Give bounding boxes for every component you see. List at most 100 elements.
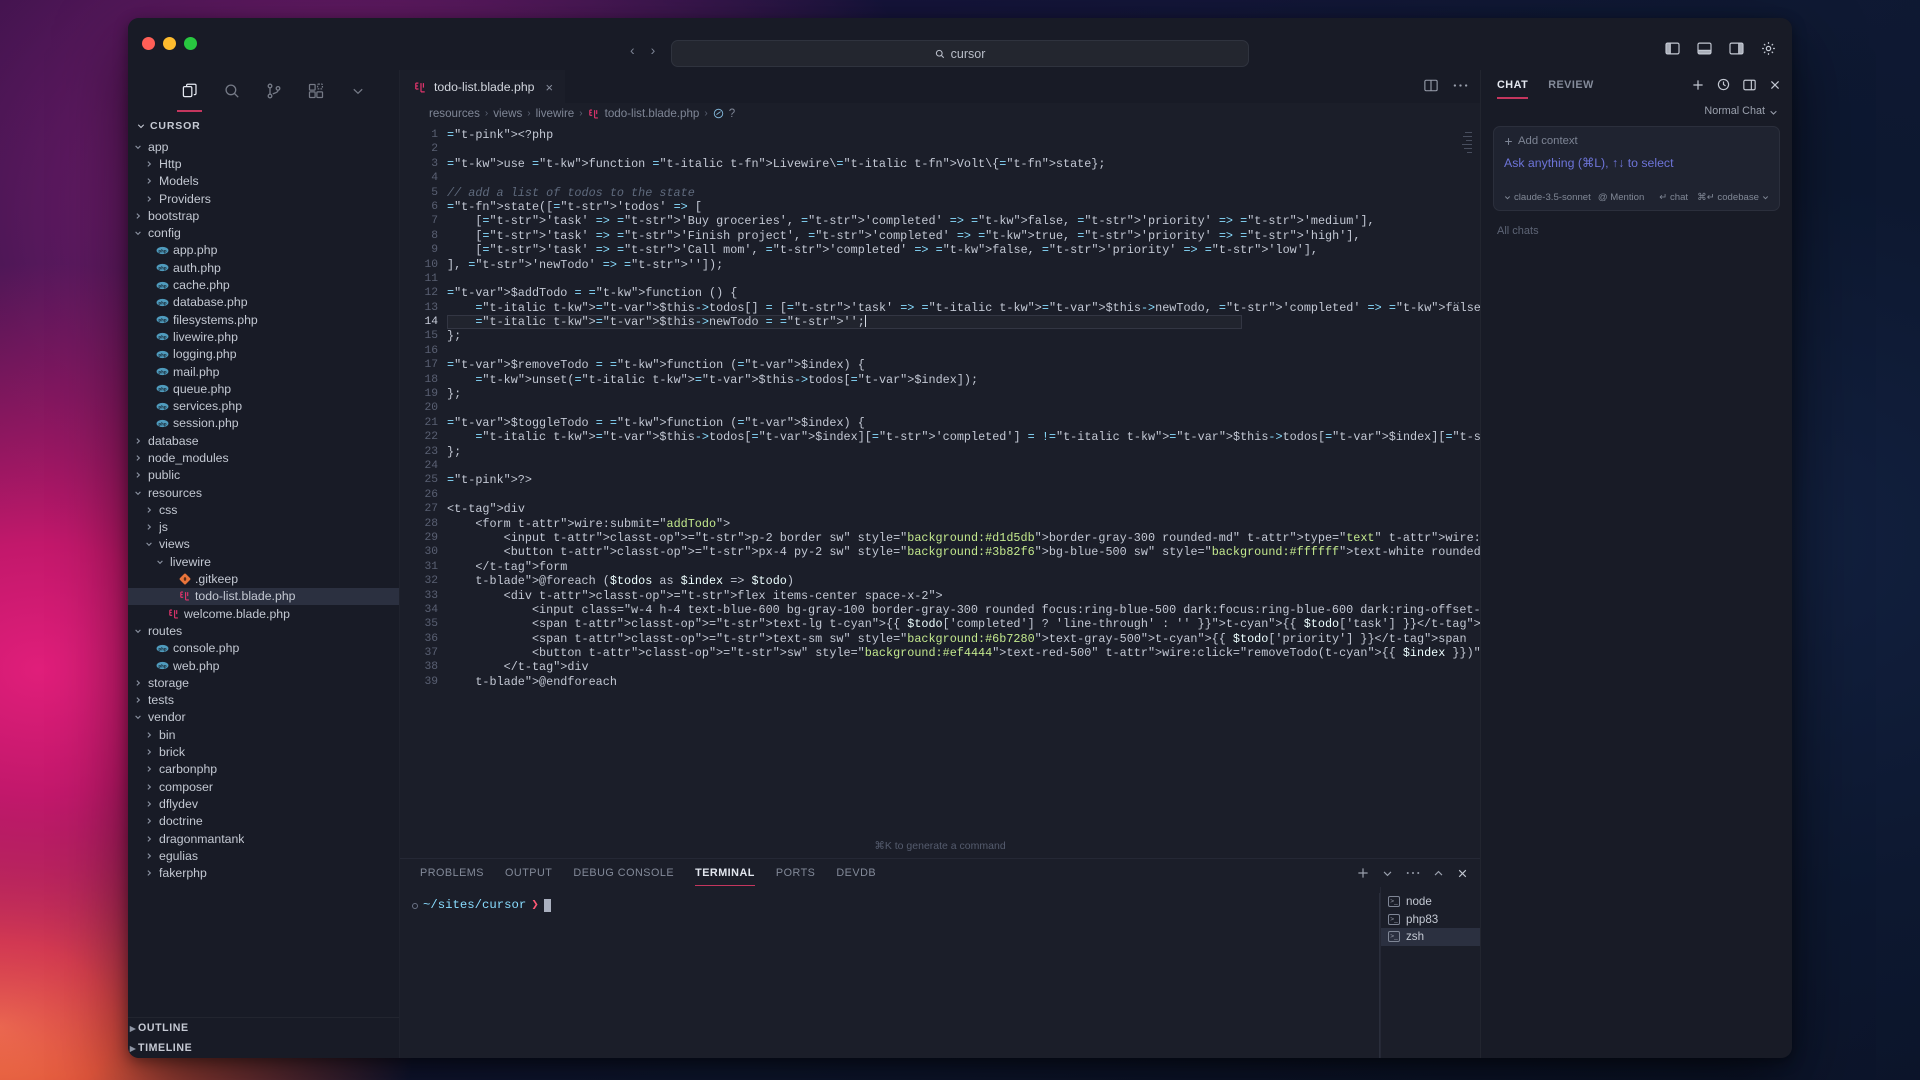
- search-icon[interactable]: [222, 82, 241, 101]
- terminal-list-item-node[interactable]: >_ node: [1381, 893, 1480, 911]
- minimize-window-button[interactable]: [163, 37, 176, 50]
- fold-indicator[interactable]: ⋯: [1449, 296, 1460, 309]
- tree-folder-dflydev[interactable]: dflydev: [128, 795, 399, 812]
- breadcrumb-segment[interactable]: todo-list.blade.php: [605, 107, 700, 120]
- tree-file-queue-php[interactable]: php queue.php: [128, 380, 399, 397]
- code-line[interactable]: ="t-pink"><?php: [447, 128, 1480, 142]
- all-chats-label[interactable]: All chats: [1481, 211, 1792, 237]
- tree-file-services-php[interactable]: php services.php: [128, 397, 399, 414]
- ellipsis-icon[interactable]: [1453, 83, 1468, 88]
- tree-file-mail-php[interactable]: php mail.php: [128, 363, 399, 380]
- maximize-window-button[interactable]: [184, 37, 197, 50]
- chat-input-box[interactable]: Add context Ask anything (⌘L), ↑↓ to sel…: [1493, 126, 1780, 211]
- code-line[interactable]: t-blade">@foreach ($todos as $index => $…: [447, 574, 1480, 588]
- code-line[interactable]: [="t-str">'task' => ="t-str">'Call mom',…: [447, 243, 1480, 257]
- panel-tab-devdb[interactable]: DEVDB: [836, 861, 876, 885]
- explorer-header[interactable]: CURSOR: [128, 112, 399, 138]
- tree-folder-models[interactable]: Models: [128, 173, 399, 190]
- tab-review[interactable]: REVIEW: [1548, 71, 1594, 99]
- tree-folder-routes[interactable]: routes: [128, 622, 399, 639]
- window-icon[interactable]: [1743, 79, 1756, 91]
- layout-sidebar-right-icon[interactable]: [1727, 40, 1746, 57]
- layout-panel-icon[interactable]: [1695, 40, 1714, 57]
- code-line[interactable]: t-blade">@endforeach: [447, 675, 1480, 689]
- navigation-arrows[interactable]: ‹ ›: [630, 42, 655, 58]
- chat-mode-selector[interactable]: Normal Chat: [1481, 99, 1792, 117]
- code-line[interactable]: };: [447, 445, 1480, 459]
- code-line[interactable]: // add a list of todos to the state: [447, 186, 1480, 200]
- code-line[interactable]: <span t-attr">classt-op">="t-str">text-l…: [447, 617, 1480, 631]
- panel-tab-bar[interactable]: PROBLEMS OUTPUT DEBUG CONSOLE TERMINAL PORTS…: [400, 859, 1480, 887]
- breadcrumb-segment[interactable]: resources: [429, 107, 480, 120]
- close-window-button[interactable]: [142, 37, 155, 50]
- panel-tab-problems[interactable]: PROBLEMS: [420, 861, 484, 885]
- tree-folder-tests[interactable]: tests: [128, 692, 399, 709]
- terminal-view[interactable]: ~/sites/cursor ❯: [400, 887, 1380, 1058]
- chevron-down-icon[interactable]: [348, 82, 367, 101]
- tree-folder-egulias[interactable]: egulias: [128, 847, 399, 864]
- tree-file-database-php[interactable]: php database.php: [128, 294, 399, 311]
- terminal-list[interactable]: >_ node >_ php83 >_ zsh: [1380, 887, 1480, 1058]
- editor-tab-todo-list[interactable]: todo-list.blade.php ×: [400, 70, 566, 103]
- tree-file-todo-list-blade-php[interactable]: todo-list.blade.php: [128, 587, 399, 606]
- breadcrumb-segment[interactable]: livewire: [536, 107, 575, 120]
- code-line[interactable]: [447, 459, 1480, 473]
- code-line[interactable]: ="t-var">$removeTodo = ="t-kw">function …: [447, 358, 1480, 372]
- breadcrumb-segment[interactable]: ?: [729, 107, 735, 120]
- code-line[interactable]: };: [447, 329, 1480, 343]
- gear-icon[interactable]: [1759, 40, 1778, 57]
- code-line[interactable]: [447, 401, 1480, 415]
- tree-file-livewire-php[interactable]: php livewire.php: [128, 328, 399, 345]
- tree-folder-dragonmantank[interactable]: dragonmantank: [128, 830, 399, 847]
- tree-file-console-php[interactable]: php console.php: [128, 640, 399, 657]
- tree-file-app-php[interactable]: php app.php: [128, 242, 399, 259]
- tree-folder-vendor[interactable]: vendor: [128, 709, 399, 726]
- timeline-section[interactable]: ▶ TIMELINE: [128, 1038, 399, 1058]
- code-line[interactable]: ="t-italic t-kw">="t-var">$this->todos[]…: [447, 301, 1480, 315]
- code-line[interactable]: <button t-attr">classt-op">="t-str">sw" …: [447, 646, 1480, 660]
- tree-file-welcome-blade-php[interactable]: welcome.blade.php: [128, 605, 399, 622]
- tree-folder-doctrine[interactable]: doctrine: [128, 813, 399, 830]
- tree-folder-resources[interactable]: resources: [128, 484, 399, 501]
- close-icon[interactable]: [1769, 79, 1781, 91]
- layout-sidebar-left-icon[interactable]: [1663, 40, 1682, 57]
- tab-chat[interactable]: CHAT: [1497, 71, 1529, 99]
- code-line[interactable]: [447, 171, 1480, 185]
- code-content[interactable]: ="t-pink"><?php ="t-kw">use ="t-kw">funct…: [447, 124, 1480, 858]
- panel-tab-ports[interactable]: PORTS: [776, 861, 816, 885]
- code-line[interactable]: <span t-attr">classt-op">="t-str">text-s…: [447, 632, 1480, 646]
- tree-folder-http[interactable]: Http: [128, 155, 399, 172]
- code-line[interactable]: <t-tag">div: [447, 502, 1480, 516]
- tree-file-auth-php[interactable]: php auth.php: [128, 259, 399, 276]
- ellipsis-icon[interactable]: [1406, 871, 1420, 875]
- navigate-back-icon[interactable]: ‹: [630, 42, 635, 58]
- tree-folder-app[interactable]: app: [128, 138, 399, 155]
- tree-folder-views[interactable]: views: [128, 536, 399, 553]
- git-branch-icon[interactable]: [264, 82, 283, 101]
- tree-folder-node-modules[interactable]: node_modules: [128, 449, 399, 466]
- tree-folder-livewire[interactable]: livewire: [128, 553, 399, 570]
- command-search-bar[interactable]: cursor: [671, 40, 1249, 67]
- code-line[interactable]: ="t-italic t-kw">="t-var">$this->todos[=…: [447, 430, 1480, 444]
- code-line[interactable]: };: [447, 387, 1480, 401]
- code-line[interactable]: ="t-fn">state([="t-str">'todos' => [: [447, 200, 1480, 214]
- code-line[interactable]: </t-tag">form: [447, 560, 1480, 574]
- code-editor[interactable]: 1 2 3 4 5 6 7 8 9 10 11 12 13 14 15 16 17 18 19 20 21 22 23 24 2…: [400, 124, 1480, 858]
- code-line[interactable]: ="t-var">$toggleTodo = ="t-kw">function …: [447, 416, 1480, 430]
- tree-folder-config[interactable]: config: [128, 224, 399, 241]
- tree-folder-bin[interactable]: bin: [128, 726, 399, 743]
- split-editor-icon[interactable]: [1424, 79, 1438, 92]
- tree-folder-fakerphp[interactable]: fakerphp: [128, 864, 399, 881]
- code-line[interactable]: [447, 272, 1480, 286]
- code-line[interactable]: ="t-italic t-kw">="t-var">$this->newTodo…: [447, 315, 1242, 329]
- history-icon[interactable]: [1717, 78, 1730, 91]
- add-context-button[interactable]: Add context: [1504, 135, 1769, 147]
- extensions-icon[interactable]: [306, 82, 325, 101]
- code-line[interactable]: ="t-kw">unset(="t-italic t-kw">="t-var">…: [447, 373, 1480, 387]
- tree-file-web-php[interactable]: php web.php: [128, 657, 399, 674]
- tree-folder-brick[interactable]: brick: [128, 743, 399, 760]
- code-line[interactable]: ="t-pink">?>: [447, 473, 1480, 487]
- code-line[interactable]: </t-tag">div: [447, 660, 1480, 674]
- tree-file-logging-php[interactable]: php logging.php: [128, 346, 399, 363]
- terminal-list-item-php83[interactable]: >_ php83: [1381, 911, 1480, 929]
